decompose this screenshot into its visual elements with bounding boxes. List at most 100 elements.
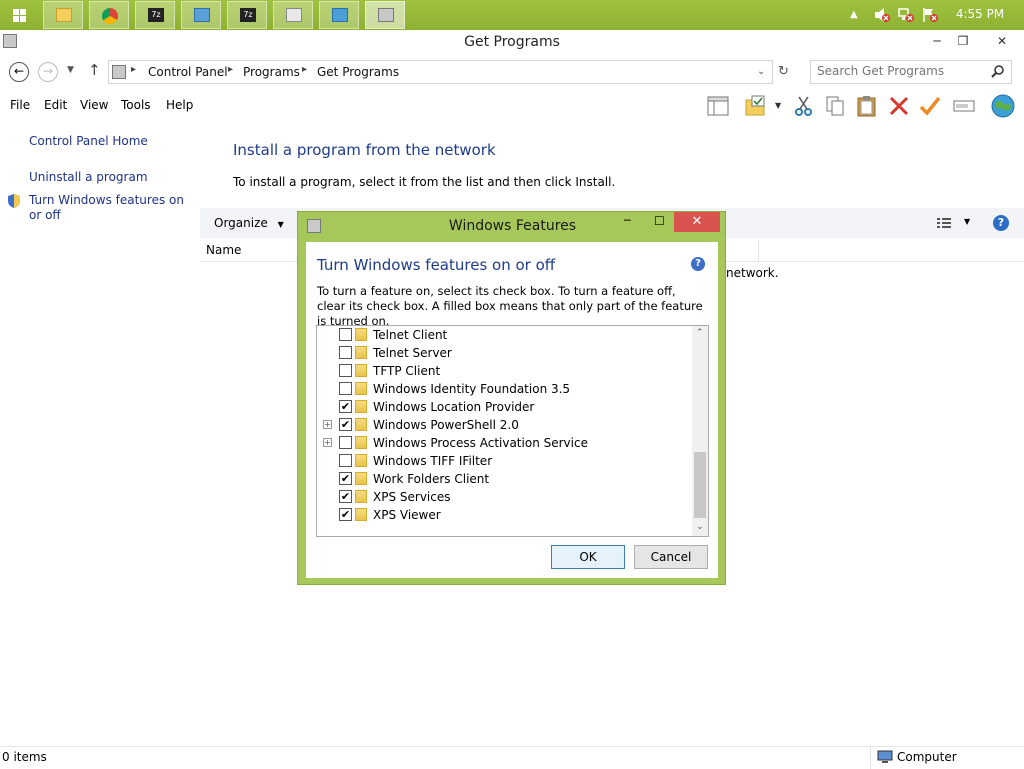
rename-icon[interactable] <box>952 94 976 118</box>
feature-checkbox[interactable] <box>339 346 352 359</box>
menu-help[interactable]: Help <box>166 98 193 112</box>
copy-icon[interactable] <box>823 94 847 118</box>
turn-windows-features-link[interactable]: Turn Windows features on or off <box>29 193 194 223</box>
breadcrumb-separator[interactable]: ▸ <box>131 64 136 75</box>
dialog-close-button[interactable]: ✕ <box>674 212 720 232</box>
recent-locations-chevron-icon[interactable]: ▼ <box>67 65 74 75</box>
layout-pane-icon[interactable] <box>706 94 730 118</box>
feature-item[interactable]: Telnet Server <box>317 344 692 362</box>
up-button[interactable]: ↑ <box>88 61 101 79</box>
breadcrumb-get-programs[interactable]: Get Programs <box>317 65 399 79</box>
view-dropdown-chevron-icon[interactable]: ▼ <box>964 217 970 226</box>
network-status-icon[interactable] <box>898 7 914 23</box>
restore-button[interactable]: ❐ <box>950 32 976 50</box>
feature-item[interactable]: ✔ Windows Location Provider <box>317 398 692 416</box>
dialog-maximize-button[interactable]: ☐ <box>654 214 665 228</box>
organize-button[interactable]: Organize ▼ <box>214 216 284 230</box>
remote-desktop-icon <box>194 8 210 22</box>
taskbar-7zip[interactable]: 7z <box>135 1 175 29</box>
feature-item[interactable]: + Windows Process Activation Service <box>317 434 692 452</box>
feature-item[interactable]: ✔ XPS Services <box>317 488 692 506</box>
globe-icon[interactable] <box>990 94 1015 118</box>
breadcrumb-control-panel[interactable]: Control Panel <box>148 65 228 79</box>
folder-icon <box>355 472 367 485</box>
feature-tree[interactable]: Telnet Client Telnet Server TFTP Client Win… <box>316 325 709 537</box>
clock[interactable]: 4:55 PM <box>950 7 1010 21</box>
expand-icon[interactable]: + <box>323 420 332 429</box>
feature-checkbox[interactable]: ✔ <box>339 508 352 521</box>
taskbar-7zip-2[interactable]: 7z <box>227 1 267 29</box>
help-icon[interactable]: ? <box>993 215 1009 231</box>
scroll-up-icon[interactable]: ⌃ <box>696 328 704 338</box>
minimize-button[interactable]: ─ <box>924 32 950 50</box>
menu-tools[interactable]: Tools <box>121 98 151 112</box>
forward-button[interactable]: → <box>38 62 58 82</box>
taskbar-mail[interactable] <box>273 1 313 29</box>
breadcrumb-programs[interactable]: Programs <box>243 65 300 79</box>
chrome-icon <box>102 8 118 24</box>
feature-item[interactable]: ✔ XPS Viewer <box>317 506 692 524</box>
scrollbar-thumb[interactable] <box>694 452 706 518</box>
help-icon[interactable]: ? <box>691 257 705 271</box>
taskbar-control-panel[interactable] <box>365 1 405 29</box>
delete-icon[interactable] <box>887 94 911 118</box>
scroll-down-icon[interactable]: ⌄ <box>696 522 704 532</box>
properties-checkmark-icon[interactable] <box>918 94 942 118</box>
feature-checkbox[interactable] <box>339 364 352 377</box>
column-divider[interactable] <box>758 240 759 262</box>
folder-icon <box>355 382 367 395</box>
feature-checkbox[interactable]: ✔ <box>339 490 352 503</box>
search-input[interactable] <box>817 64 987 78</box>
expand-icon[interactable]: + <box>323 438 332 447</box>
search-icon[interactable] <box>991 64 1005 81</box>
feature-checkbox[interactable]: ✔ <box>339 400 352 413</box>
address-dropdown-chevron-icon[interactable]: ⌄ <box>757 66 765 77</box>
address-bar[interactable]: ▸ Control Panel ▸ Programs ▸ Get Program… <box>108 60 773 84</box>
feature-item[interactable]: + ✔ Windows PowerShell 2.0 <box>317 416 692 434</box>
taskbar-file-explorer[interactable] <box>43 1 83 29</box>
menu-view[interactable]: View <box>80 98 108 112</box>
breadcrumb-separator[interactable]: ▸ <box>302 64 307 75</box>
paste-icon[interactable] <box>855 94 879 118</box>
start-button[interactable] <box>0 0 38 30</box>
vertical-scrollbar[interactable]: ⌃ ⌄ <box>692 326 708 536</box>
breadcrumb-separator[interactable]: ▸ <box>228 64 233 75</box>
feature-checkbox[interactable]: ✔ <box>339 418 352 431</box>
close-button[interactable]: ✕ <box>986 32 1018 50</box>
feature-checkbox[interactable]: ✔ <box>339 472 352 485</box>
feature-checkbox[interactable] <box>339 436 352 449</box>
status-bar: 0 items Computer <box>0 746 1024 769</box>
folder-icon <box>355 364 367 377</box>
uninstall-program-link[interactable]: Uninstall a program <box>29 170 148 184</box>
dialog-minimize-button[interactable]: ─ <box>624 214 631 227</box>
feature-item[interactable]: Windows TIFF IFilter <box>317 452 692 470</box>
ok-button[interactable]: OK <box>551 545 625 569</box>
cut-icon[interactable] <box>792 94 816 118</box>
folder-options-icon[interactable] <box>744 94 768 118</box>
volume-muted-icon[interactable] <box>874 7 890 23</box>
menu-edit[interactable]: Edit <box>44 98 67 112</box>
control-panel-home-link[interactable]: Control Panel Home <box>29 134 148 148</box>
feature-checkbox[interactable] <box>339 382 352 395</box>
taskbar-network[interactable] <box>319 1 359 29</box>
feature-checkbox[interactable] <box>339 454 352 467</box>
feature-item[interactable]: ✔ Work Folders Client <box>317 470 692 488</box>
feature-item[interactable]: Telnet Client <box>317 326 692 344</box>
feature-checkbox[interactable] <box>339 328 352 341</box>
feature-item[interactable]: TFTP Client <box>317 362 692 380</box>
taskbar-remote-desktop[interactable] <box>181 1 221 29</box>
action-center-flag-icon[interactable] <box>922 7 938 23</box>
feature-item[interactable]: Windows Identity Foundation 3.5 <box>317 380 692 398</box>
show-hidden-icons-chevron-icon[interactable]: ▲ <box>850 7 866 23</box>
feature-label: TFTP Client <box>373 364 441 378</box>
refresh-icon[interactable]: ↻ <box>778 64 789 79</box>
view-options-icon[interactable] <box>936 216 952 233</box>
chevron-down-icon: ▼ <box>277 220 284 229</box>
menu-file[interactable]: File <box>10 98 30 112</box>
search-box[interactable] <box>810 60 1012 84</box>
cancel-button[interactable]: Cancel <box>634 545 708 569</box>
folder-options-dropdown-icon[interactable]: ▼ <box>775 101 781 110</box>
taskbar-chrome[interactable] <box>89 1 129 29</box>
column-header-name[interactable]: Name <box>206 243 241 257</box>
back-button[interactable]: ← <box>9 62 29 82</box>
